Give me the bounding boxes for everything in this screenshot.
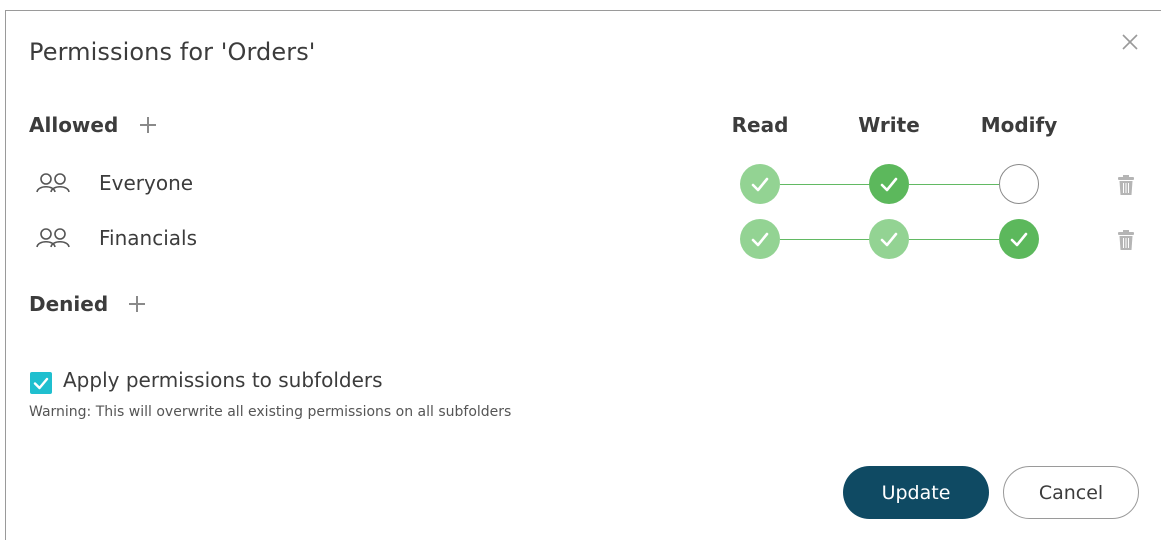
check-icon (880, 232, 898, 247)
permissions-dialog (5, 10, 1161, 540)
financials-write-toggle[interactable] (869, 219, 909, 259)
check-icon (880, 177, 898, 192)
user-group-icon (35, 227, 73, 251)
permission-row-financials: Financials (0, 219, 1161, 259)
permission-connector (909, 184, 999, 185)
apply-subfolders-checkbox[interactable] (30, 372, 52, 394)
checkmark-icon (33, 377, 49, 390)
close-icon[interactable] (1119, 31, 1141, 53)
permission-connector (780, 239, 870, 240)
cancel-button[interactable]: Cancel (1003, 466, 1139, 519)
everyone-write-toggle[interactable] (869, 164, 909, 204)
column-header-read: Read (731, 113, 789, 137)
permission-connector (909, 239, 999, 240)
column-header-modify: Modify (980, 113, 1058, 137)
financials-modify-toggle[interactable] (999, 219, 1039, 259)
user-group-icon (35, 172, 73, 196)
add-denied-plus-icon[interactable] (127, 294, 147, 314)
permission-row-everyone: Everyone (0, 164, 1161, 204)
trash-icon[interactable] (1116, 174, 1136, 196)
check-icon (1010, 232, 1028, 247)
row-name: Financials (99, 226, 197, 250)
everyone-read-toggle[interactable] (740, 164, 780, 204)
permission-connector (780, 184, 870, 185)
trash-icon[interactable] (1116, 229, 1136, 251)
everyone-modify-toggle[interactable] (999, 164, 1039, 204)
column-header-write: Write (858, 113, 920, 137)
dialog-title: Permissions for 'Orders' (29, 38, 316, 66)
allowed-label: Allowed (29, 113, 119, 137)
row-name: Everyone (99, 171, 194, 195)
add-allowed-plus-icon[interactable] (138, 115, 158, 135)
denied-label: Denied (29, 292, 109, 316)
update-button[interactable]: Update (843, 466, 989, 519)
check-icon (751, 232, 769, 247)
apply-subfolders-label[interactable]: Apply permissions to subfolders (63, 368, 383, 392)
check-icon (751, 177, 769, 192)
subfolders-warning-text: Warning: This will overwrite all existin… (29, 404, 512, 420)
financials-read-toggle[interactable] (740, 219, 780, 259)
